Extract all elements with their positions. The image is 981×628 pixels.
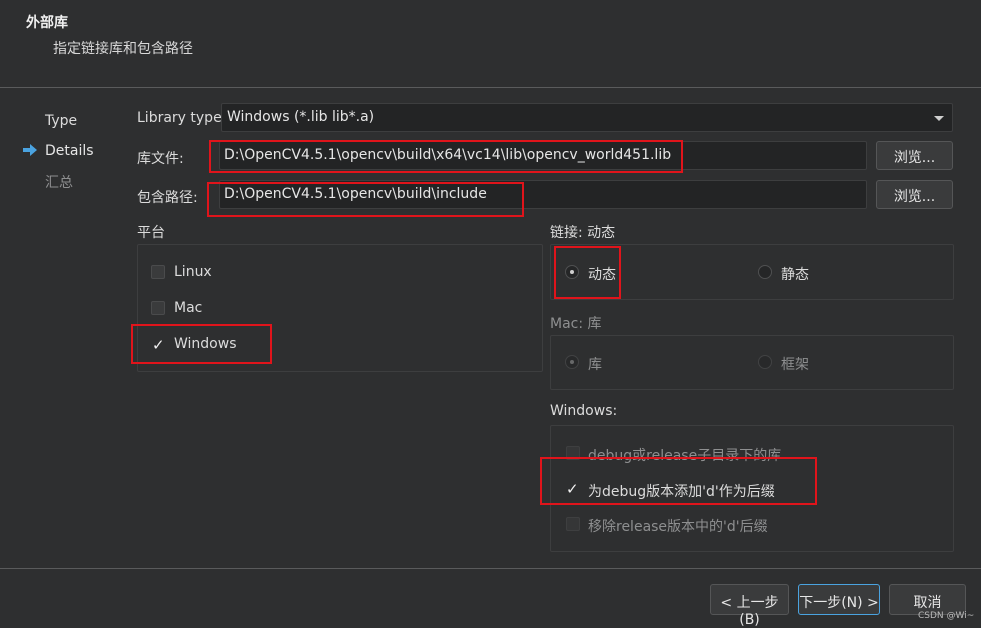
include-path-label: 包含路径: (137, 190, 198, 206)
mac-library-label: 库 (588, 357, 602, 373)
header-divider (0, 87, 981, 88)
library-type-select[interactable]: Windows (*.lib lib*.a) (221, 103, 953, 132)
mac-label: Mac (174, 300, 203, 316)
annotation-box-debug-suffix (540, 457, 817, 505)
windows-section-title: Windows: (550, 403, 618, 419)
library-file-label: 库文件: (137, 151, 184, 167)
remove-release-suffix-label: 移除release版本中的'd'后缀 (588, 519, 768, 535)
annotation-box-include-path (207, 182, 524, 217)
remove-release-suffix-checkbox[interactable] (566, 517, 580, 531)
mac-library-radio[interactable] (565, 355, 579, 369)
mac-checkbox[interactable] (151, 301, 165, 315)
annotation-box-dynamic (554, 246, 621, 299)
platform-title: 平台 (137, 225, 165, 241)
step-details: Details (45, 143, 94, 159)
step-summary: 汇总 (45, 175, 73, 191)
browse-library-button[interactable]: 浏览... (876, 141, 953, 170)
wizard-title: 外部库 (26, 15, 68, 31)
footer-divider (0, 568, 981, 569)
mac-group (550, 335, 954, 390)
browse-include-button[interactable]: 浏览... (876, 180, 953, 209)
wizard-subtitle: 指定链接库和包含路径 (53, 41, 193, 57)
library-type-value: Windows (*.lib lib*.a) (227, 109, 375, 125)
library-type-label: Library type: (137, 110, 227, 126)
watermark-text: CSDN @Wi~ (918, 611, 975, 621)
next-button[interactable]: 下一步(N) > (798, 584, 880, 615)
mac-framework-radio[interactable] (758, 355, 772, 369)
mac-section-title: Mac: 库 (550, 316, 602, 332)
linux-checkbox[interactable] (151, 265, 165, 279)
chevron-down-icon (934, 116, 944, 121)
previous-button[interactable]: < 上一步(B) (710, 584, 789, 628)
static-radio[interactable] (758, 265, 772, 279)
static-label: 静态 (781, 267, 809, 283)
mac-framework-label: 框架 (781, 357, 809, 373)
annotation-box-windows (131, 324, 272, 364)
current-step-arrow-icon (23, 144, 37, 156)
step-type: Type (45, 113, 78, 129)
linking-title: 链接: 动态 (550, 225, 616, 241)
linux-label: Linux (174, 264, 212, 280)
annotation-box-library-file (209, 140, 683, 173)
